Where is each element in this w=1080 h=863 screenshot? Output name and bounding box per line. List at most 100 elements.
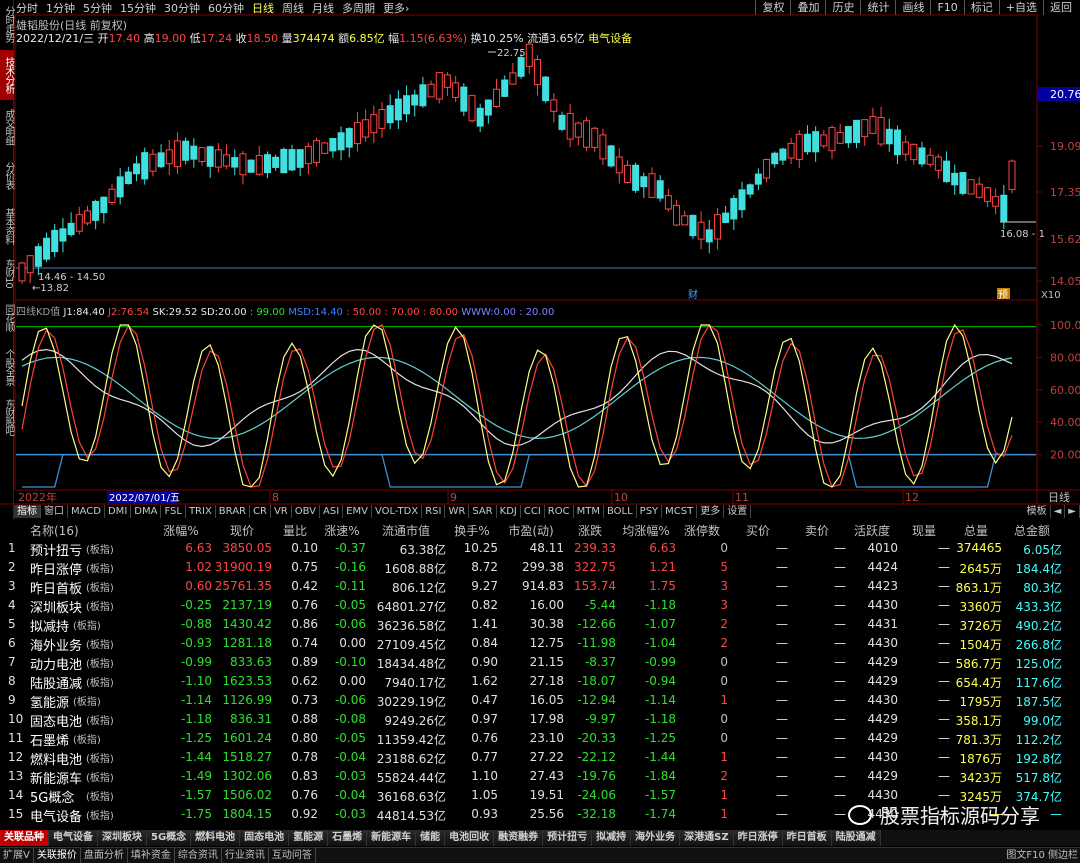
table-row[interactable]: 10 固态电池 (板指) -1.18 836.31 0.88 -0.08 9249.26亿 0.… bbox=[0, 710, 1080, 730]
status-tab-6[interactable]: 互动问答 bbox=[269, 848, 316, 863]
column-header[interactable]: 涨跌 bbox=[564, 522, 616, 539]
column-header[interactable]: 市盈(动) bbox=[498, 522, 564, 539]
column-header[interactable]: 涨速% bbox=[318, 522, 366, 539]
column-header[interactable]: 换手% bbox=[446, 522, 498, 539]
column-header[interactable]: 现量 bbox=[898, 522, 950, 539]
related-tab-2[interactable]: 深圳板块 bbox=[98, 830, 147, 846]
table-row[interactable]: 9 氢能源 (板指) -1.14 1126.99 0.73 -0.06 30229.19亿 0.… bbox=[0, 691, 1080, 711]
related-tab-15[interactable]: 深港通SZ bbox=[680, 830, 734, 846]
indicator-tab-16[interactable]: SAR bbox=[469, 505, 497, 518]
related-tab-17[interactable]: 昨日首板 bbox=[782, 830, 832, 846]
table-row[interactable]: 4 深圳板块 (板指) -0.25 2137.19 0.76 -0.05 64801.27亿 0… bbox=[0, 596, 1080, 616]
indicator-tab-24[interactable]: 更多 bbox=[697, 505, 725, 518]
related-tab-16[interactable]: 昨日涨停 bbox=[733, 830, 783, 846]
table-row[interactable]: 13 新能源车 (板指) -1.49 1302.06 0.83 -0.03 55824.44亿… bbox=[0, 767, 1080, 787]
status-tab-1[interactable]: 关联报价 bbox=[34, 848, 81, 863]
table-cell: 490.2亿 bbox=[1015, 619, 1062, 633]
indicator-tab-11[interactable]: ASI bbox=[320, 505, 344, 518]
finance-marker[interactable]: 财 bbox=[688, 288, 698, 301]
table-cell: 1 bbox=[720, 693, 728, 707]
related-tab-11[interactable]: 融资融券 bbox=[494, 830, 544, 846]
related-tab-8[interactable]: 新能源车 bbox=[367, 830, 417, 846]
indicator-tab-20[interactable]: MTM bbox=[574, 505, 604, 518]
table-row[interactable]: 12 燃料电池 (板指) -1.44 1518.27 0.78 -0.04 23188.62亿… bbox=[0, 748, 1080, 768]
column-header[interactable]: 涨幅% bbox=[150, 522, 212, 539]
kline-chart[interactable]: 20.76 19.09 17.35 15.62 14.05 22.75 14.46 - 14… bbox=[0, 0, 1080, 520]
table-row[interactable]: 8 陆股通减 (板指) -1.10 1623.53 0.62 0.00 7940.17亿 1.6… bbox=[0, 672, 1080, 692]
table-cell: — bbox=[938, 598, 950, 612]
column-header[interactable]: 涨停数 bbox=[676, 522, 728, 539]
table-row[interactable]: 1 预计扭亏 (板指) 6.63 3850.05 0.10 -0.37 63.38亿 10.25… bbox=[0, 539, 1080, 559]
column-header[interactable]: 总金额 bbox=[1002, 522, 1062, 539]
indicator-tab-18[interactable]: CCI bbox=[521, 505, 545, 518]
table-row[interactable]: 3 昨日首板 (板指) 0.60 25761.35 0.42 -0.11 806.12亿 9.2… bbox=[0, 577, 1080, 597]
column-header[interactable]: 流通市值 bbox=[366, 522, 446, 539]
table-row[interactable]: 11 石墨烯 (板指) -1.25 1601.24 0.80 -0.05 11359.42亿 0… bbox=[0, 729, 1080, 749]
indicator-nav-0[interactable]: 模板 bbox=[1024, 505, 1051, 518]
indicator-tab-6[interactable]: TRIX bbox=[186, 505, 216, 518]
related-tab-3[interactable]: 5G概念 bbox=[147, 830, 192, 846]
table-cell: 44814.53亿 bbox=[376, 809, 446, 823]
table-row[interactable]: 5 拟减持 (板指) -0.88 1430.42 0.86 -0.06 36236.58亿 1.… bbox=[0, 615, 1080, 635]
indicator-tab-12[interactable]: EMV bbox=[343, 505, 372, 518]
column-header[interactable]: 量比 bbox=[272, 522, 318, 539]
status-tab-0[interactable]: 扩展V bbox=[0, 848, 34, 863]
related-tab-7[interactable]: 石墨烯 bbox=[328, 830, 368, 846]
column-header[interactable]: 活跃度 bbox=[846, 522, 898, 539]
related-tab-0[interactable]: 关联品种 bbox=[0, 830, 49, 846]
indicator-nav-2[interactable]: ► bbox=[1065, 505, 1080, 518]
status-tab-5[interactable]: 行业资讯 bbox=[222, 848, 269, 863]
status-tab-2[interactable]: 盘面分析 bbox=[81, 848, 128, 863]
indicator-tab-3[interactable]: DMI bbox=[105, 505, 132, 518]
axis-period-label[interactable]: 日线 bbox=[1048, 490, 1070, 504]
table-cell: -1.44 bbox=[644, 750, 676, 764]
column-header[interactable]: 现价 bbox=[212, 522, 272, 539]
indicator-tab-21[interactable]: BOLL bbox=[604, 505, 637, 518]
indicator-tab-25[interactable]: 设置 bbox=[724, 505, 752, 518]
column-header[interactable]: 名称(16) bbox=[30, 522, 90, 539]
indicator-tab-7[interactable]: BRAR bbox=[216, 505, 250, 518]
indicator-tab-17[interactable]: KDJ bbox=[497, 505, 521, 518]
related-tab-14[interactable]: 海外业务 bbox=[631, 830, 681, 846]
related-tab-9[interactable]: 储能 bbox=[416, 830, 446, 846]
status-tab-3[interactable]: 填补资金 bbox=[128, 848, 175, 863]
indicator-tab-1[interactable]: 窗口 bbox=[41, 505, 68, 518]
related-tab-13[interactable]: 拟减持 bbox=[592, 830, 632, 846]
indicator-tab-9[interactable]: VR bbox=[271, 505, 292, 518]
related-tab-18[interactable]: 陆股通减 bbox=[831, 830, 881, 846]
status-right[interactable]: 图文F10 侧边栏 bbox=[1006, 848, 1078, 863]
related-tab-4[interactable]: 燃料电池 bbox=[191, 830, 241, 846]
indicator-tab-22[interactable]: PSY bbox=[637, 505, 663, 518]
column-header[interactable]: 总量 bbox=[950, 522, 1002, 539]
candle-body bbox=[255, 155, 263, 175]
candle-body bbox=[239, 153, 247, 176]
candle-body bbox=[943, 160, 951, 183]
indicator-tab-8[interactable]: CR bbox=[250, 505, 271, 518]
table-row[interactable]: 2 昨日涨停 (板指) 1.02 31900.19 0.75 -0.16 1608.88亿 8.… bbox=[0, 558, 1080, 578]
indicator-tab-0[interactable]: 指标 bbox=[14, 505, 41, 518]
indicator-tab-19[interactable]: ROC bbox=[545, 505, 574, 518]
related-tab-10[interactable]: 电池回收 bbox=[445, 830, 495, 846]
indicator-tab-23[interactable]: MCST bbox=[662, 505, 698, 518]
indicator-nav-1[interactable]: ◄ bbox=[1051, 505, 1066, 518]
related-tab-12[interactable]: 预计扭亏 bbox=[543, 830, 593, 846]
table-row[interactable]: 6 海外业务 (板指) -0.93 1281.18 0.74 0.00 27109.45亿 0.… bbox=[0, 634, 1080, 654]
indicator-tab-2[interactable]: MACD bbox=[68, 505, 105, 518]
column-header[interactable]: 卖价 bbox=[788, 522, 846, 539]
column-header[interactable]: 均涨幅% bbox=[616, 522, 676, 539]
indicator-tab-13[interactable]: VOL-TDX bbox=[372, 505, 423, 518]
status-tab-4[interactable]: 综合资讯 bbox=[175, 848, 222, 863]
indicator-tab-15[interactable]: WR bbox=[445, 505, 470, 518]
kd-j2-value: 76.54 bbox=[120, 307, 150, 318]
forecast-marker[interactable]: 预 bbox=[998, 289, 1008, 301]
indicator-tab-5[interactable]: FSL bbox=[161, 505, 186, 518]
related-tab-1[interactable]: 电气设备 bbox=[49, 830, 98, 846]
column-header[interactable]: 买价 bbox=[728, 522, 788, 539]
zoom-label[interactable]: X10 bbox=[1041, 290, 1061, 301]
indicator-tab-14[interactable]: RSI bbox=[422, 505, 446, 518]
related-tab-6[interactable]: 氢能源 bbox=[289, 830, 329, 846]
related-tab-5[interactable]: 固态电池 bbox=[240, 830, 290, 846]
table-row[interactable]: 7 动力电池 (板指) -0.99 833.63 0.89 -0.10 18434.48亿 0.… bbox=[0, 653, 1080, 673]
indicator-tab-10[interactable]: OBV bbox=[292, 505, 320, 518]
indicator-tab-4[interactable]: DMA bbox=[131, 505, 162, 518]
